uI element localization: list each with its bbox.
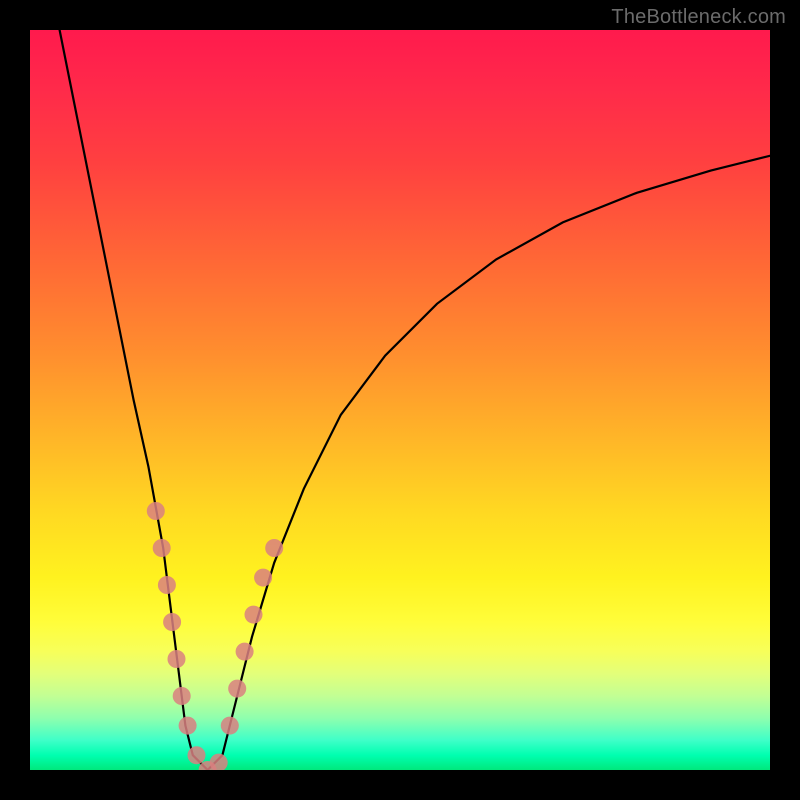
highlight-dots xyxy=(147,502,283,770)
bottleneck-curve xyxy=(60,30,770,770)
marker-dot xyxy=(210,754,228,770)
marker-dot xyxy=(228,680,246,698)
plot-area xyxy=(30,30,770,770)
marker-dot xyxy=(236,643,254,661)
marker-dot xyxy=(179,717,197,735)
chart-svg xyxy=(30,30,770,770)
chart-frame: TheBottleneck.com xyxy=(0,0,800,800)
watermark-text: TheBottleneck.com xyxy=(611,6,786,29)
marker-dot xyxy=(188,746,206,764)
marker-dot xyxy=(265,539,283,557)
marker-dot xyxy=(158,576,176,594)
marker-dot xyxy=(254,569,272,587)
marker-dot xyxy=(173,687,191,705)
marker-dot xyxy=(153,539,171,557)
marker-dot xyxy=(168,650,186,668)
marker-dot xyxy=(221,717,239,735)
marker-dot xyxy=(245,606,263,624)
marker-dot xyxy=(147,502,165,520)
marker-dot xyxy=(163,613,181,631)
